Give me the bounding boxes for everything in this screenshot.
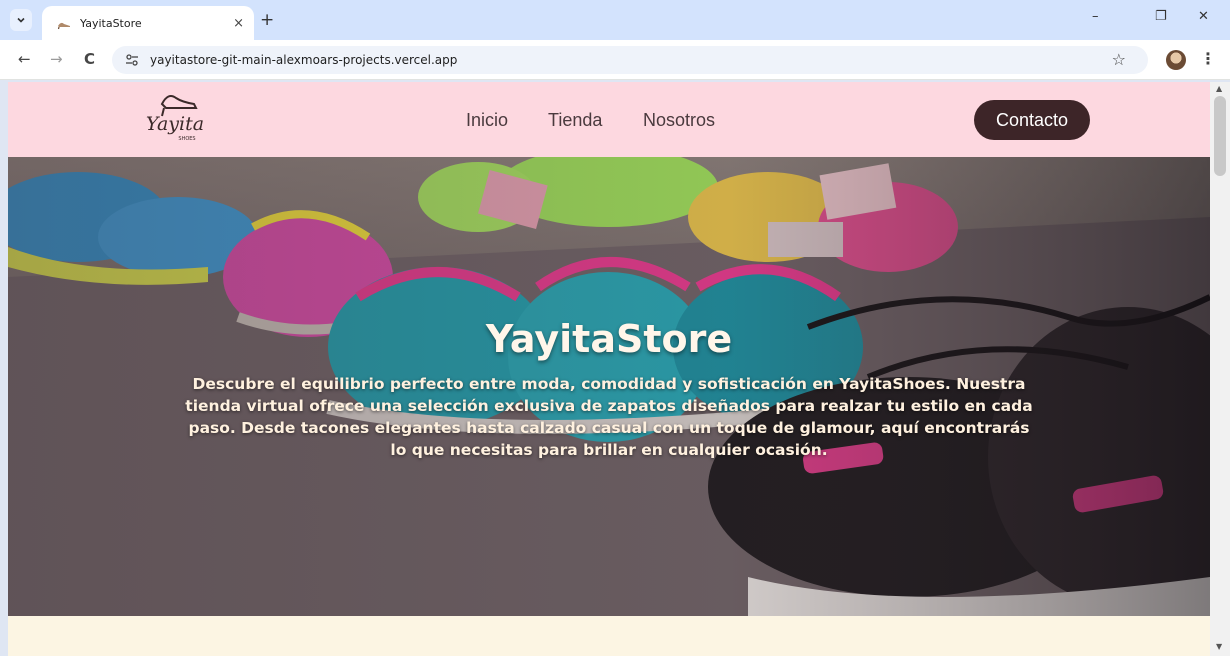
browser-tab-active[interactable]: YayitaStore ×	[42, 6, 254, 40]
avatar-icon[interactable]	[1166, 50, 1186, 70]
nav-tienda[interactable]: Tienda	[548, 110, 602, 131]
back-button[interactable]: ←	[18, 50, 31, 68]
window-minimize-button[interactable]: –	[1092, 9, 1099, 24]
logo-text: Yayita	[146, 113, 204, 135]
bookmark-star-icon[interactable]: ☆	[1112, 50, 1126, 69]
tab-search-button[interactable]	[10, 9, 32, 31]
site-logo[interactable]: Yayita SHOES	[142, 88, 208, 150]
browser-menu-button[interactable]: ⋮	[1200, 49, 1216, 68]
logo-subtext: SHOES	[178, 136, 195, 142]
hero-title: YayitaStore	[485, 317, 733, 361]
chevron-down-icon	[17, 17, 25, 23]
site-header: Yayita SHOES Inicio Tienda Nosotros Cont…	[8, 82, 1210, 157]
tab-title: YayitaStore	[80, 16, 142, 30]
page-scrollbar[interactable]: ▲ ▼	[1210, 82, 1230, 656]
browser-toolbar: ← → C yayitastore-git-main-alexmoars-pro…	[0, 40, 1230, 80]
hero-description: Descubre el equilibrio perfecto entre mo…	[185, 375, 1033, 459]
forward-button[interactable]: →	[50, 50, 63, 68]
next-section-strip	[8, 616, 1210, 656]
nav-nosotros[interactable]: Nosotros	[643, 110, 715, 131]
reload-button[interactable]: C	[84, 50, 95, 68]
contact-button[interactable]: Contacto	[974, 100, 1090, 140]
browser-tab-strip: YayitaStore × + – ❐ ✕	[0, 0, 1230, 40]
scrollbar-thumb[interactable]	[1214, 96, 1226, 176]
page-viewport: Yayita SHOES Inicio Tienda Nosotros Cont…	[8, 82, 1210, 656]
scroll-down-arrow-icon[interactable]: ▼	[1216, 642, 1222, 651]
url-text: yayitastore-git-main-alexmoars-projects.…	[150, 53, 458, 67]
new-tab-button[interactable]: +	[260, 10, 274, 30]
tab-close-button[interactable]: ×	[233, 16, 244, 31]
nav-inicio[interactable]: Inicio	[466, 110, 508, 131]
window-close-button[interactable]: ✕	[1198, 9, 1209, 24]
address-bar[interactable]: yayitastore-git-main-alexmoars-projects.…	[112, 46, 1148, 74]
tune-icon[interactable]	[124, 52, 140, 68]
scroll-up-arrow-icon[interactable]: ▲	[1216, 84, 1222, 93]
hero-banner: YayitaStore Descubre el equilibrio perfe…	[8, 157, 1210, 616]
heel-shoe-icon	[57, 22, 70, 30]
window-restore-button[interactable]: ❐	[1155, 9, 1167, 24]
